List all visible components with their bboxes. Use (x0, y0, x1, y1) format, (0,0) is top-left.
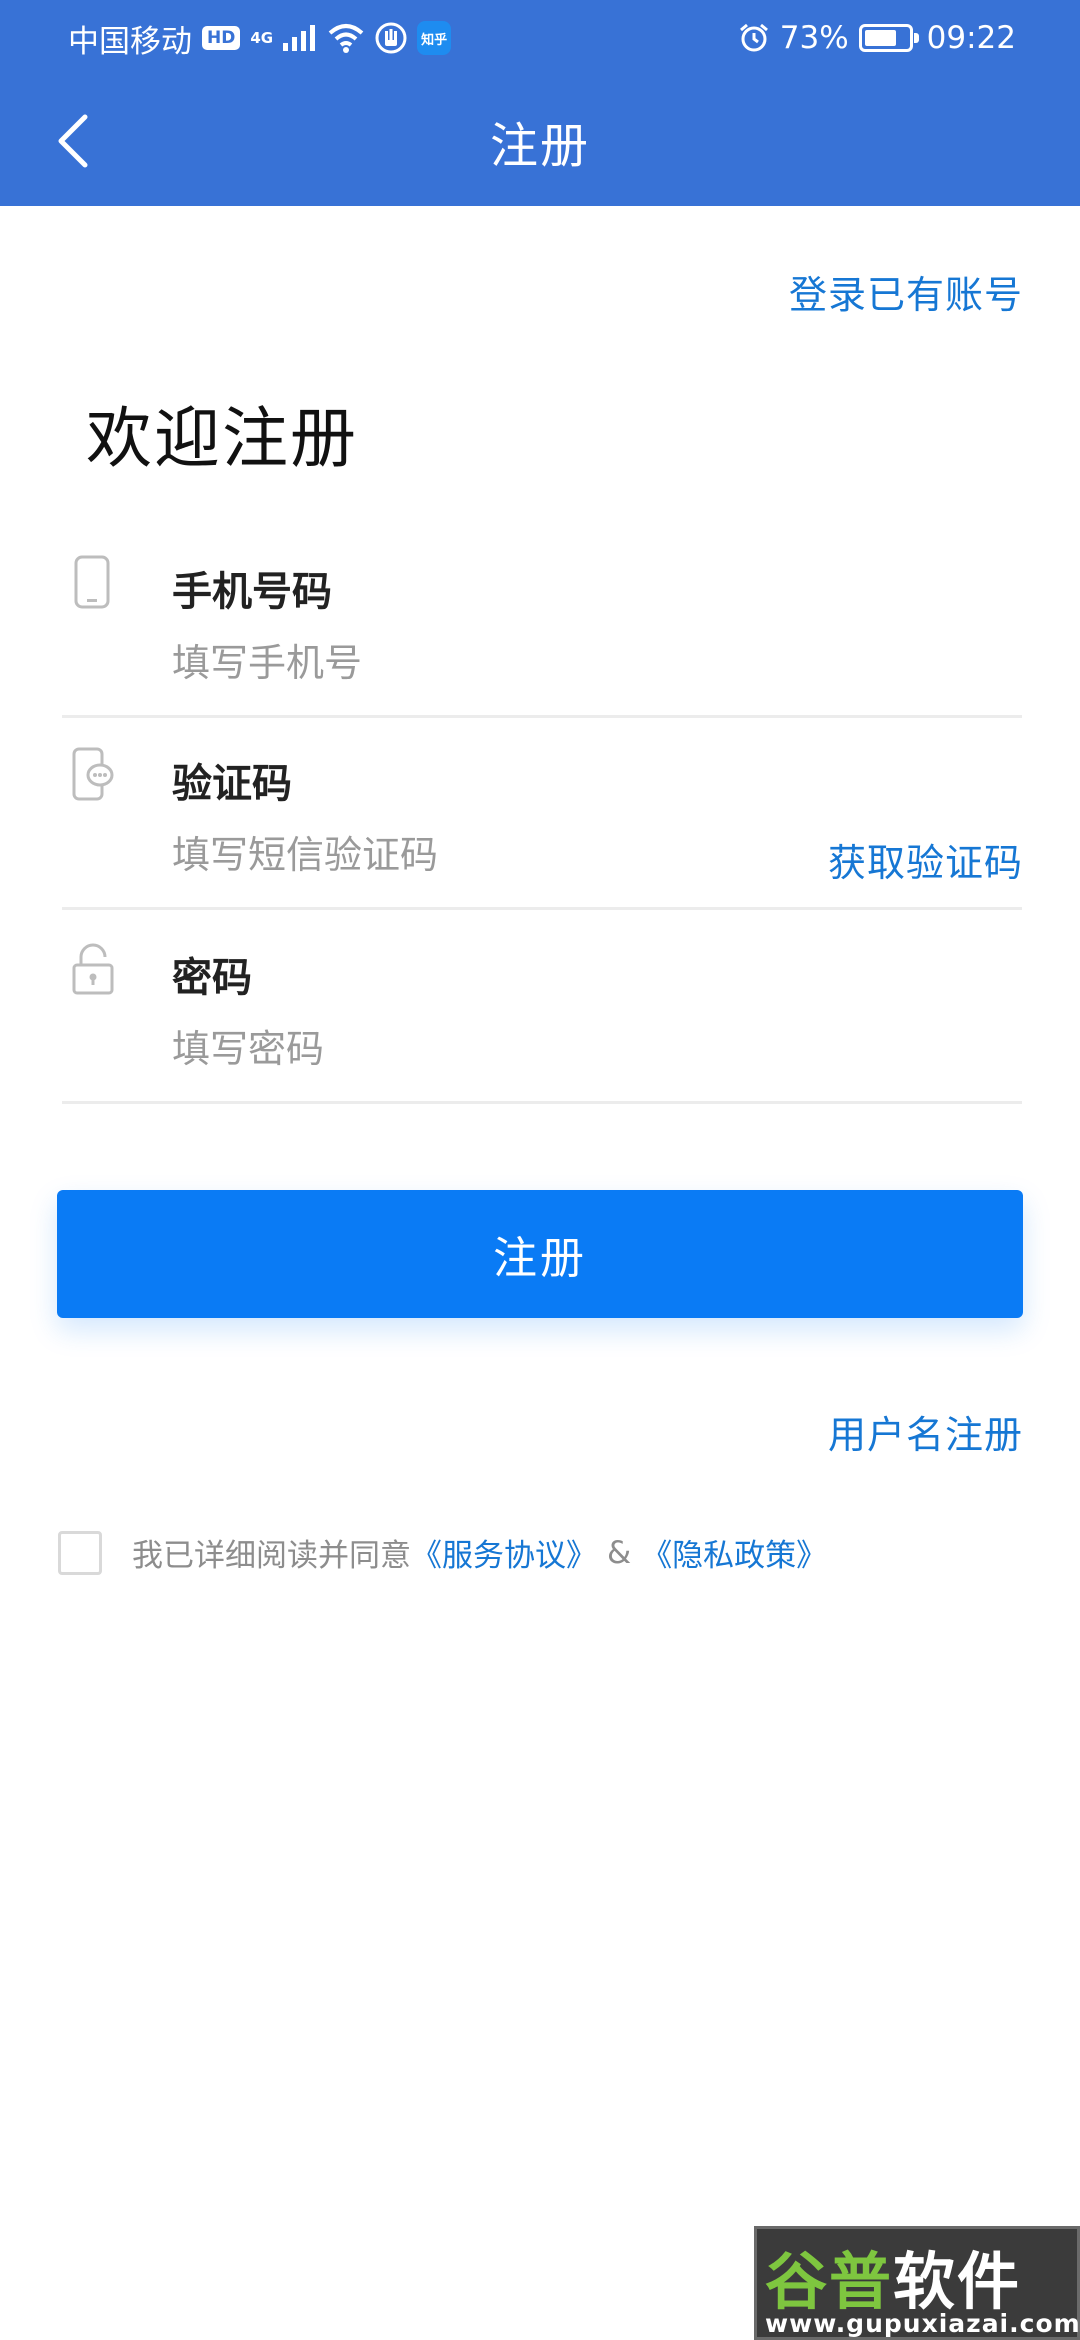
agreement-checkbox[interactable] (58, 1530, 102, 1575)
nav-bar: 注册 (0, 76, 1080, 206)
service-agreement-link[interactable]: 《服务协议》 (411, 1530, 597, 1575)
divider (62, 907, 1022, 910)
alarm-icon (739, 23, 768, 52)
sms-code-label: 验证码 (172, 761, 292, 807)
chevron-left-icon (58, 114, 88, 168)
login-existing-account-link[interactable]: 登录已有账号 (789, 264, 1023, 319)
divider (62, 715, 1022, 718)
agreement-text: 我已详细阅读并同意 (132, 1538, 411, 1574)
back-button[interactable] (28, 96, 118, 186)
status-bar: 中国移动 HD 4G 知乎 73% 09:22 (0, 0, 1080, 76)
carrier-name: 中国移动 (68, 23, 192, 60)
page-title: 注册 (489, 118, 590, 174)
register-page: 中国移动 HD 4G 知乎 73% 09:22 注册 登录已有账号 欢迎注册 手… (0, 0, 1080, 2340)
hand-icon (375, 22, 407, 54)
sms-phone-icon (72, 747, 114, 801)
watermark-logo: 谷普软件园 www.gupuxiazai.com (754, 2226, 1080, 2340)
wifi-icon (328, 24, 364, 53)
watermark-url: www.gupuxiazai.com (765, 2309, 1080, 2338)
battery-fill (864, 30, 896, 46)
signal-icon (283, 25, 316, 51)
phone-input[interactable] (172, 633, 732, 693)
agreement-separator: & (607, 1534, 632, 1571)
divider (62, 1101, 1022, 1104)
lock-icon (72, 943, 114, 995)
phone-label: 手机号码 (172, 569, 332, 615)
app-header: 中国移动 HD 4G 知乎 73% 09:22 注册 (0, 0, 1080, 206)
zhihu-app-icon: 知乎 (417, 21, 452, 55)
phone-field: 手机号码 (62, 553, 1022, 713)
password-input[interactable] (172, 1019, 732, 1079)
get-code-button[interactable]: 获取验证码 (828, 832, 1023, 887)
phone-icon (74, 555, 110, 609)
status-right: 73% 09:22 (738, 20, 1016, 56)
clock-time: 09:22 (926, 20, 1016, 56)
register-button[interactable]: 注册 (57, 1190, 1023, 1318)
privacy-policy-link[interactable]: 《隐私政策》 (641, 1530, 827, 1575)
username-register-link[interactable]: 用户名注册 (828, 1404, 1023, 1459)
password-field: 密码 (62, 939, 1022, 1099)
password-label: 密码 (172, 955, 252, 1001)
network-type: 4G (250, 28, 274, 47)
battery-icon (858, 24, 919, 52)
watermark-title-part1: 谷普 (765, 2245, 894, 2318)
status-left: 中国移动 HD 4G 知乎 (68, 16, 452, 61)
welcome-heading: 欢迎注册 (86, 400, 358, 477)
hd-badge: HD (202, 26, 241, 50)
battery-percent: 73% (779, 20, 849, 56)
agreement-row: 我已详细阅读并同意 《服务协议》 & 《隐私政策》 (58, 1530, 827, 1575)
sms-code-input[interactable] (172, 825, 732, 885)
